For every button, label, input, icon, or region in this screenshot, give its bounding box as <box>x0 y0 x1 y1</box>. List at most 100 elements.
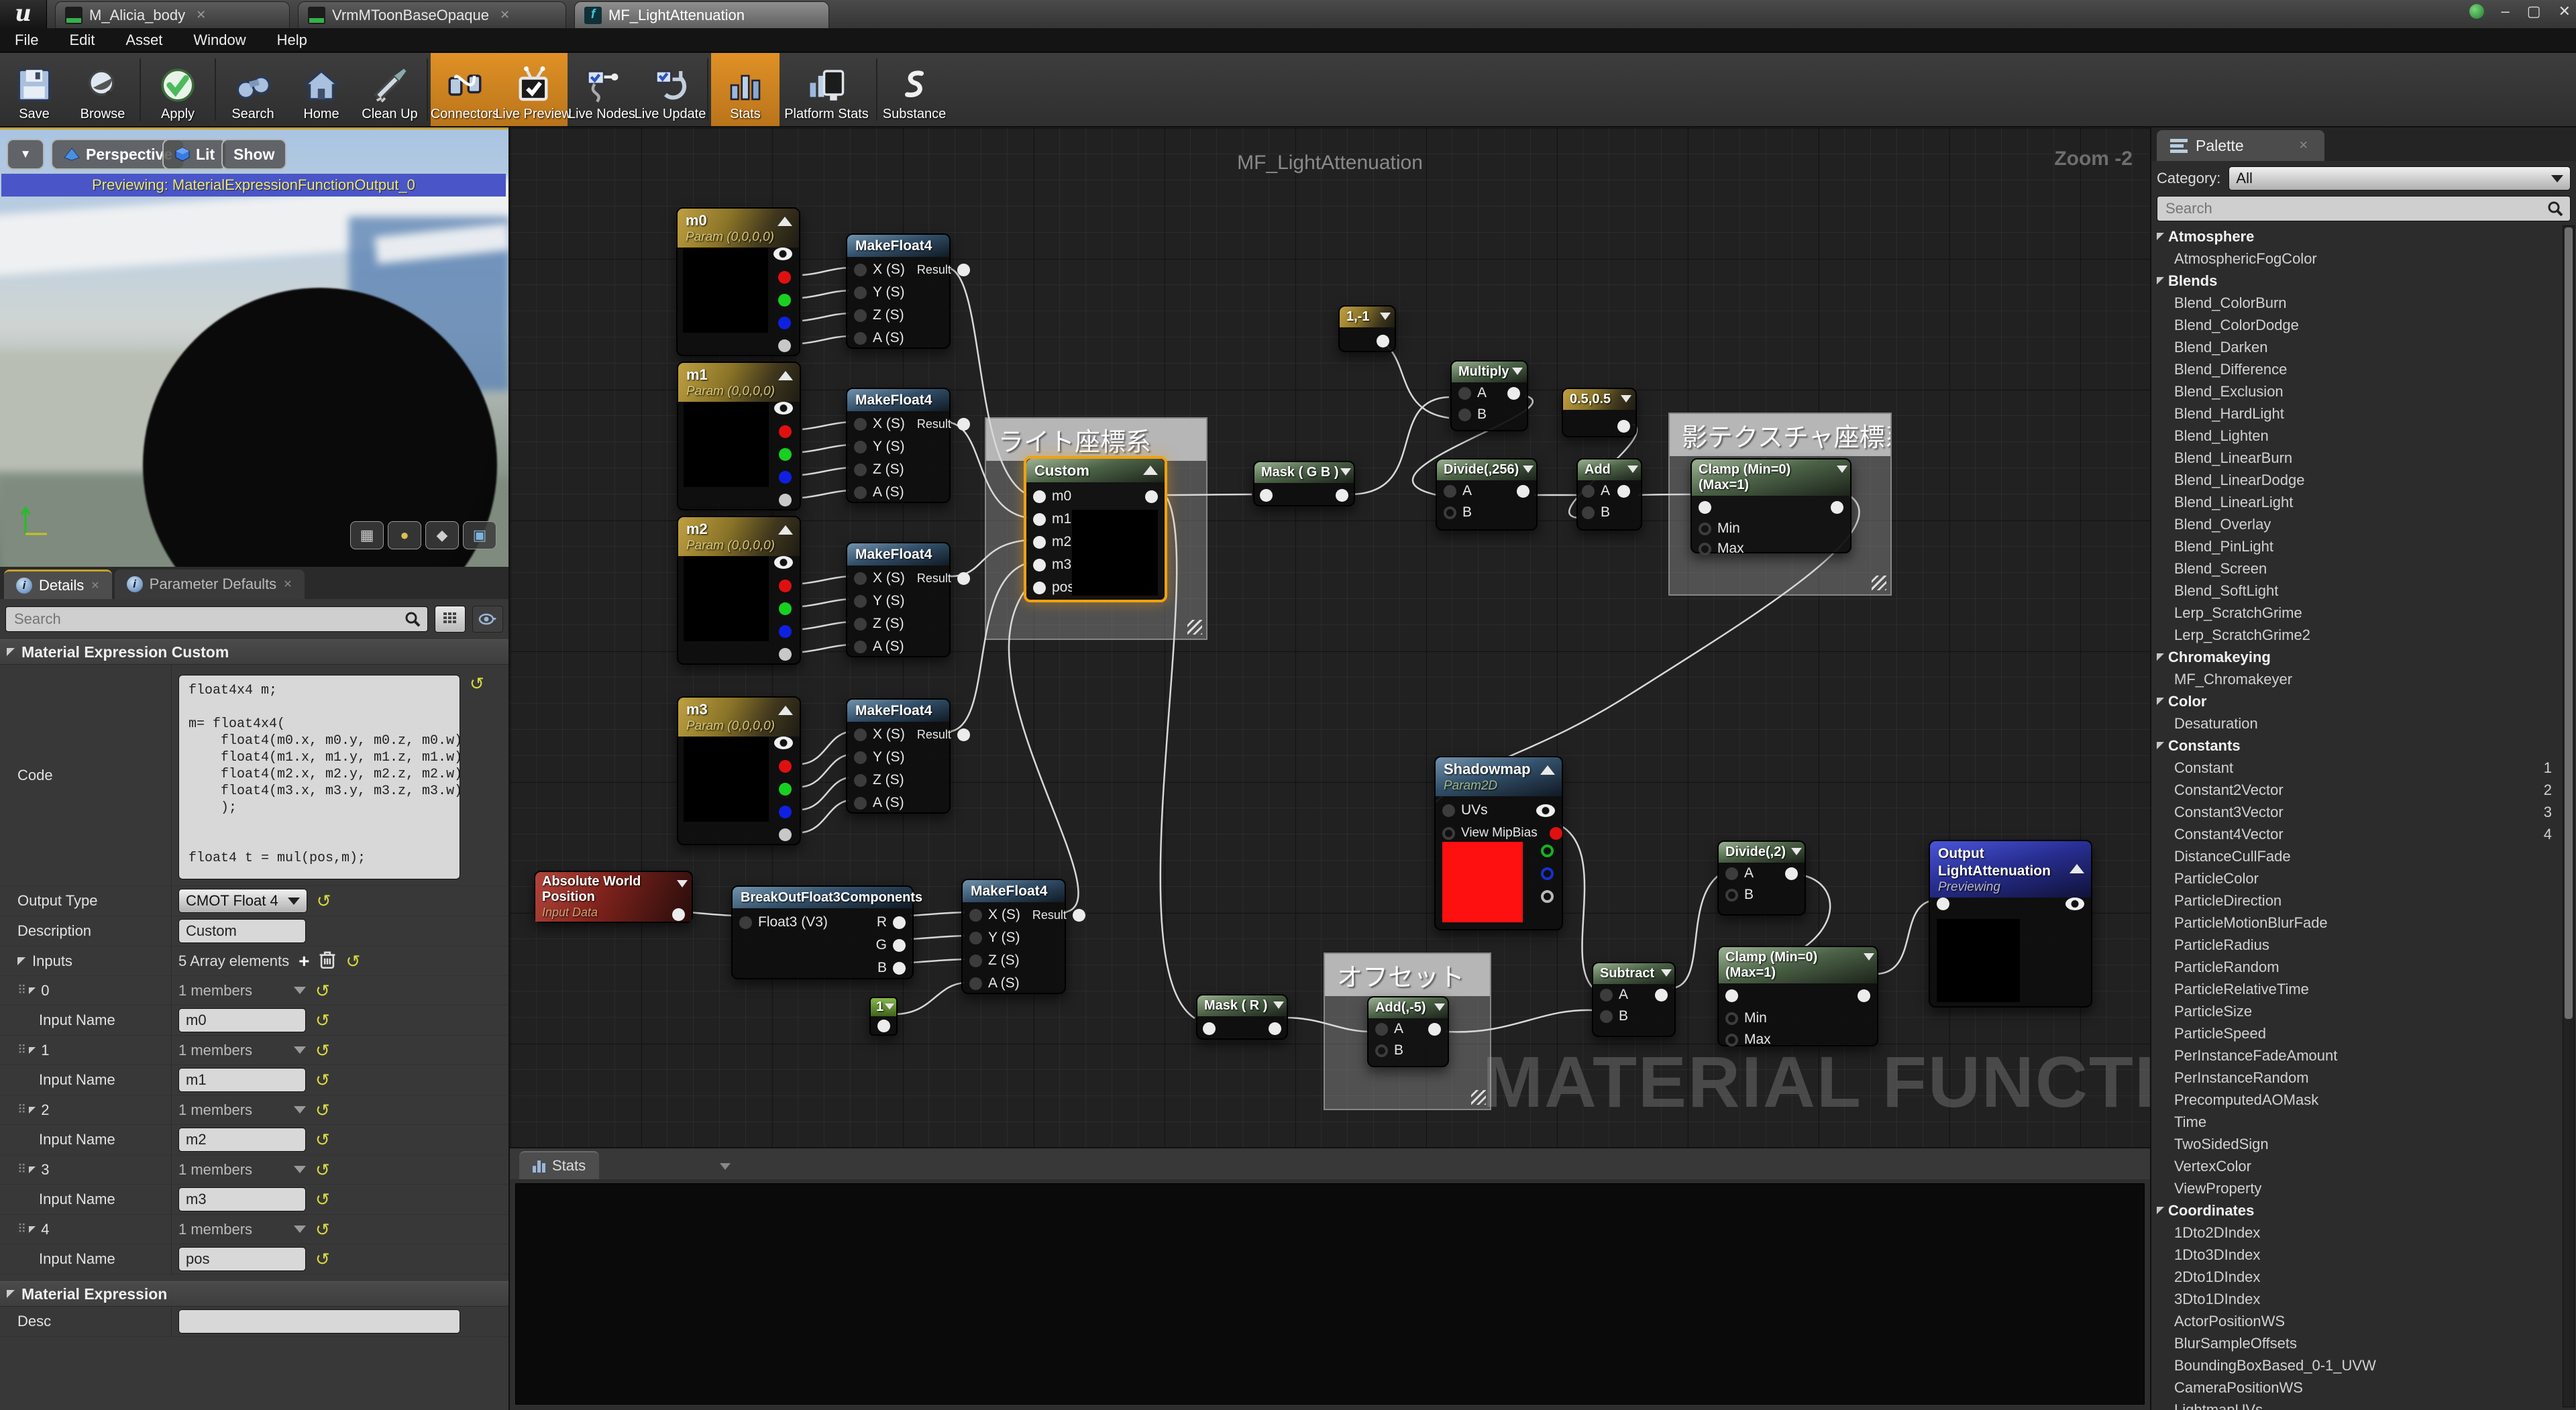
live-update-button[interactable]: Live Update <box>636 53 704 126</box>
palette-list-item[interactable]: Time <box>2151 1111 2561 1133</box>
palette-list-item[interactable]: ParticleColor <box>2151 867 2561 889</box>
collapse-node-icon[interactable] <box>1791 848 1802 855</box>
reset-to-default-icon[interactable]: ↺ <box>315 1042 330 1059</box>
palette-list-item[interactable]: Blend_Screen <box>2151 557 2561 580</box>
pin-out-r[interactable] <box>1550 827 1562 840</box>
pin-in-a[interactable] <box>1375 1023 1388 1036</box>
palette-list-item[interactable]: Constants <box>2151 735 2561 757</box>
pin-in-pos[interactable] <box>1033 582 1046 594</box>
pin-in-b[interactable] <box>1582 506 1595 519</box>
palette-list-item[interactable]: Blend_PinLight <box>2151 535 2561 557</box>
node-add-neg5[interactable]: Add(,-5) A B <box>1367 996 1449 1067</box>
reset-to-default-icon[interactable]: ↺ <box>315 1101 330 1119</box>
section-material-expression-custom[interactable]: Material Expression Custom <box>0 639 508 665</box>
input-name-field[interactable] <box>178 1008 306 1032</box>
palette-list-item[interactable]: Blend_LinearLight <box>2151 491 2561 513</box>
pin-out-g[interactable] <box>893 939 906 952</box>
reset-to-default-icon[interactable]: ↺ <box>315 1012 330 1029</box>
palette-list-item[interactable]: ParticleMotionBlurFade <box>2151 912 2561 934</box>
palette-list-item[interactable]: Color <box>2151 690 2561 712</box>
node-makefloat4[interactable]: MakeFloat4 X (S)Result Y (S) Z (S) A (S) <box>846 542 951 657</box>
close-tab-icon[interactable]: ✕ <box>500 8 510 22</box>
pin-in-z[interactable] <box>854 618 867 631</box>
collapse-node-icon[interactable] <box>778 706 793 715</box>
palette-list-item[interactable]: ParticleRelativeTime <box>2151 978 2561 1000</box>
collapse-node-icon[interactable] <box>1627 466 1638 473</box>
preview-shape-sphere-button[interactable]: ● <box>388 521 421 549</box>
members-dropdown[interactable]: 1 members <box>178 1101 306 1119</box>
node-makefloat4[interactable]: MakeFloat4 X (S)Result Y (S) Z (S) A (S) <box>961 879 1066 994</box>
pin-in-y[interactable] <box>854 751 867 764</box>
palette-list-item[interactable]: Lerp_ScratchGrime <box>2151 602 2561 624</box>
show-button[interactable]: Show <box>221 139 286 170</box>
palette-list-item[interactable]: BoundingBoxBased_0-1_UVW <box>2151 1354 2561 1376</box>
pin-in[interactable] <box>1203 1022 1216 1035</box>
material-graph[interactable]: MF_LightAttenuation Zoom -2 MATERIAL FUN… <box>510 127 2150 1147</box>
node-param-m0[interactable]: m0Param (0,0,0,0) <box>676 207 800 356</box>
reset-to-default-icon[interactable]: ↺ <box>315 982 330 999</box>
palette-list-item[interactable]: Blend_LinearBurn <box>2151 447 2561 469</box>
palette-list-item[interactable]: MF_Chromakeyer <box>2151 668 2561 690</box>
pin-out-a[interactable] <box>1541 890 1554 903</box>
pin-in-m2[interactable] <box>1033 536 1046 549</box>
pin-out[interactable] <box>1336 489 1348 502</box>
minimize-button[interactable]: – <box>2502 3 2510 20</box>
tab-palette[interactable]: Palette ✕ <box>2157 130 2324 161</box>
pin-in-m1[interactable] <box>1033 513 1046 526</box>
pin-out-result[interactable] <box>957 728 970 741</box>
pin-out-r[interactable] <box>779 580 792 592</box>
category-dropdown[interactable]: All <box>2229 166 2571 191</box>
pin-out-result[interactable] <box>957 264 970 276</box>
lit-button[interactable]: Lit <box>162 139 227 170</box>
pin-out-a[interactable] <box>779 828 792 841</box>
pin-in-m3[interactable] <box>1033 559 1046 572</box>
collapse-node-icon[interactable] <box>2070 864 2084 873</box>
pin-out-b[interactable] <box>779 625 792 638</box>
palette-list-item[interactable]: ParticleSize <box>2151 1000 2561 1022</box>
tab-vrmmtoonbaseopaque[interactable]: VrmMToonBaseOpaque ✕ <box>298 1 566 28</box>
node-constant-one[interactable]: 1 <box>869 997 898 1036</box>
palette-list-item[interactable]: Blend_Overlay <box>2151 513 2561 535</box>
menu-help[interactable]: Help <box>277 32 307 49</box>
members-dropdown[interactable]: 1 members <box>178 1221 306 1238</box>
palette-list-item[interactable]: CameraPositionWS <box>2151 1376 2561 1399</box>
pin-out[interactable] <box>1377 335 1389 347</box>
pin-in-a[interactable] <box>854 797 867 810</box>
node-divide-2[interactable]: Divide(,2) A B <box>1717 840 1806 916</box>
collapse-node-icon[interactable] <box>1621 395 1631 402</box>
save-button[interactable]: Save <box>0 53 68 126</box>
pin-in[interactable] <box>1937 898 1949 910</box>
pin-out[interactable] <box>1617 420 1630 433</box>
pin-in-b[interactable] <box>1375 1044 1388 1057</box>
palette-list-item[interactable]: Blend_Exclusion <box>2151 380 2561 402</box>
pin-in-x[interactable] <box>854 572 867 585</box>
chevron-down-icon[interactable] <box>720 1163 731 1170</box>
node-mask-r[interactable]: Mask ( R ) <box>1196 994 1288 1040</box>
tab-parameter-defaults[interactable]: i Parameter Defaults ✕ <box>115 570 305 599</box>
drag-handle-icon[interactable]: ⠿ <box>17 1162 25 1177</box>
details-search[interactable] <box>5 606 428 632</box>
collapse-node-icon[interactable] <box>677 880 688 887</box>
search-button[interactable]: Search <box>219 53 287 126</box>
reset-to-default-icon[interactable]: ↺ <box>317 892 331 910</box>
pin-out-r[interactable] <box>778 271 791 284</box>
collapse-node-icon[interactable] <box>1540 765 1555 775</box>
pin-in-max[interactable] <box>1725 1034 1738 1046</box>
pin-out-a[interactable] <box>779 494 792 506</box>
home-button[interactable]: Clean Up Home <box>287 53 356 126</box>
pin-in-a[interactable] <box>1582 485 1595 498</box>
palette-list-item[interactable]: BlurSampleOffsets <box>2151 1332 2561 1354</box>
pin-in-a[interactable] <box>854 641 867 653</box>
palette-list-item[interactable]: PerInstanceFadeAmount <box>2151 1044 2561 1067</box>
palette-list-item[interactable]: ParticleSpeed <box>2151 1022 2561 1044</box>
live-preview-button[interactable]: Live Preview <box>499 53 568 126</box>
input-name-field[interactable] <box>178 1187 306 1211</box>
menu-asset[interactable]: Asset <box>125 32 162 49</box>
tab-m-alicia-body[interactable]: M_Alicia_body ✕ <box>55 1 290 28</box>
pin-out-r[interactable] <box>893 916 906 929</box>
palette-list-item[interactable]: Constant4Vector 4 <box>2151 823 2561 845</box>
collapse-node-icon[interactable] <box>1523 466 1534 473</box>
maximize-button[interactable]: ▢ <box>2527 3 2541 20</box>
stats-button[interactable]: Stats <box>711 53 780 126</box>
browse-button[interactable]: Browse <box>68 53 137 126</box>
